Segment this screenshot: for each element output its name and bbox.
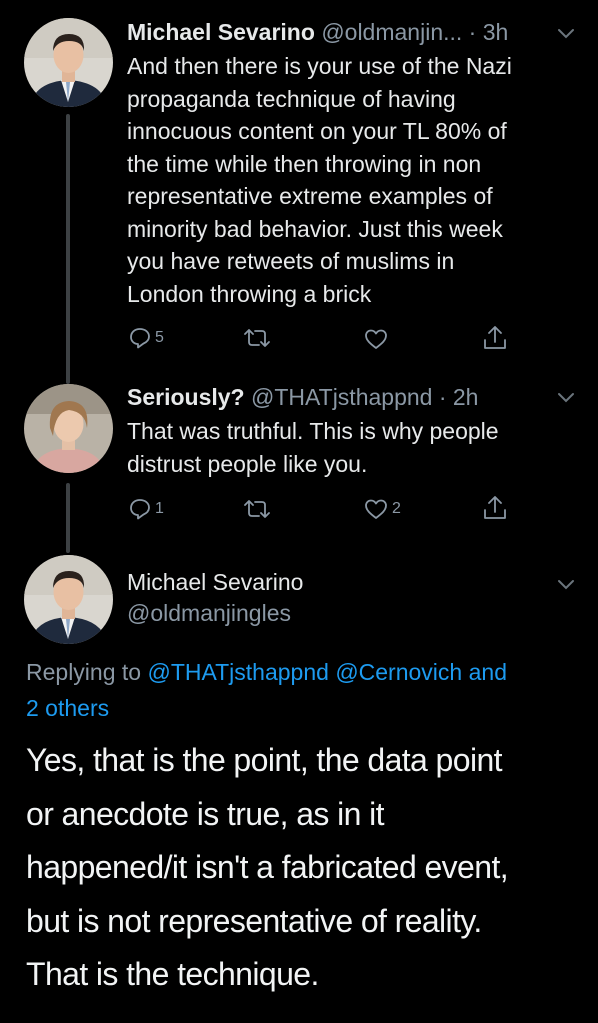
tweet-text: And then there is your use of the Nazi p… [127, 50, 512, 310]
thread-line [66, 483, 70, 553]
display-name[interactable]: Seriously? [127, 384, 245, 410]
text-line: representative extreme examples of [127, 183, 493, 209]
text-line: Yes, that is the point, the data point [26, 742, 503, 778]
share-button[interactable] [482, 494, 508, 522]
retweet-button[interactable] [242, 497, 272, 521]
share-button[interactable] [482, 324, 508, 352]
reply-count: 5 [155, 329, 164, 346]
share-icon [484, 326, 506, 349]
mention-link[interactable]: @THATjsthappnd [147, 659, 328, 685]
timestamp[interactable]: · 3h [469, 19, 509, 45]
heart-icon [365, 329, 387, 349]
text-line: And then there is your use of the Nazi [127, 53, 512, 79]
reply-button[interactable]: 1 [128, 497, 164, 521]
reply-icon [130, 499, 150, 520]
like-button[interactable] [363, 327, 389, 351]
mention-and[interactable]: and [469, 659, 507, 685]
like-button[interactable]: 2 [363, 497, 401, 521]
heart-icon [365, 499, 387, 519]
timestamp[interactable]: · 2h [439, 384, 479, 410]
retweet-icon [244, 329, 270, 347]
avatar[interactable] [24, 384, 113, 473]
user-handle[interactable]: @oldmanjingles [127, 599, 291, 627]
text-line: happened/it isn't a fabricated event, [26, 849, 509, 885]
like-count: 2 [392, 500, 401, 517]
text-line: London throwing a brick [127, 280, 372, 307]
text-line: innocuous content on your TL 80% of [127, 118, 507, 144]
replying-to: Replying to @THATjsthappnd @Cernovich an… [26, 654, 581, 726]
tweet-header: Michael Sevarino @oldmanjin... · 3h [127, 18, 508, 46]
display-name[interactable]: Michael Sevarino [127, 19, 315, 45]
reply-count: 1 [155, 500, 164, 517]
tweet-header: Seriously? @THATjsthappnd · 2h [127, 383, 478, 411]
user-handle[interactable]: @oldmanjin... [321, 19, 462, 45]
text-line: That is the technique. [26, 956, 319, 992]
display-name[interactable]: Michael Sevarino [127, 568, 303, 596]
text-line: minority bad behavior. Just this week [127, 215, 503, 242]
avatar-man-image [24, 555, 113, 644]
chevron-down-icon[interactable] [556, 27, 576, 41]
avatar[interactable] [24, 555, 113, 644]
avatar[interactable] [24, 18, 113, 107]
text-line: or anecdote is true, as in it [26, 795, 385, 832]
avatar-man-image [24, 18, 113, 107]
text-line: the time while then throwing in non [127, 150, 482, 177]
tweet-text: That was truthful. This is why people di… [127, 415, 499, 480]
text-line: propaganda technique of having [127, 85, 456, 112]
text-line: you have retweets of muslims in [127, 248, 455, 274]
share-icon [484, 496, 506, 519]
text-line: That was truthful. This is why people [127, 418, 499, 444]
thread-line [66, 114, 70, 384]
main-tweet-text: Yes, that is the point, the data point o… [26, 734, 586, 1002]
retweet-button[interactable] [242, 326, 272, 350]
replying-prefix: Replying to [26, 659, 142, 685]
mention-others-link[interactable]: 2 others [26, 695, 109, 721]
chevron-down-icon[interactable] [556, 391, 576, 405]
retweet-icon [244, 500, 270, 518]
user-handle[interactable]: @THATjsthappnd [251, 384, 432, 410]
text-line: distrust people like you. [127, 450, 368, 477]
text-line: but is not representative of reality. [26, 902, 482, 939]
reply-icon [130, 328, 150, 349]
avatar-woman-image [24, 384, 113, 473]
mention-link[interactable]: @Cernovich [335, 659, 462, 685]
chevron-down-icon[interactable] [556, 578, 576, 592]
reply-button[interactable]: 5 [128, 326, 164, 350]
